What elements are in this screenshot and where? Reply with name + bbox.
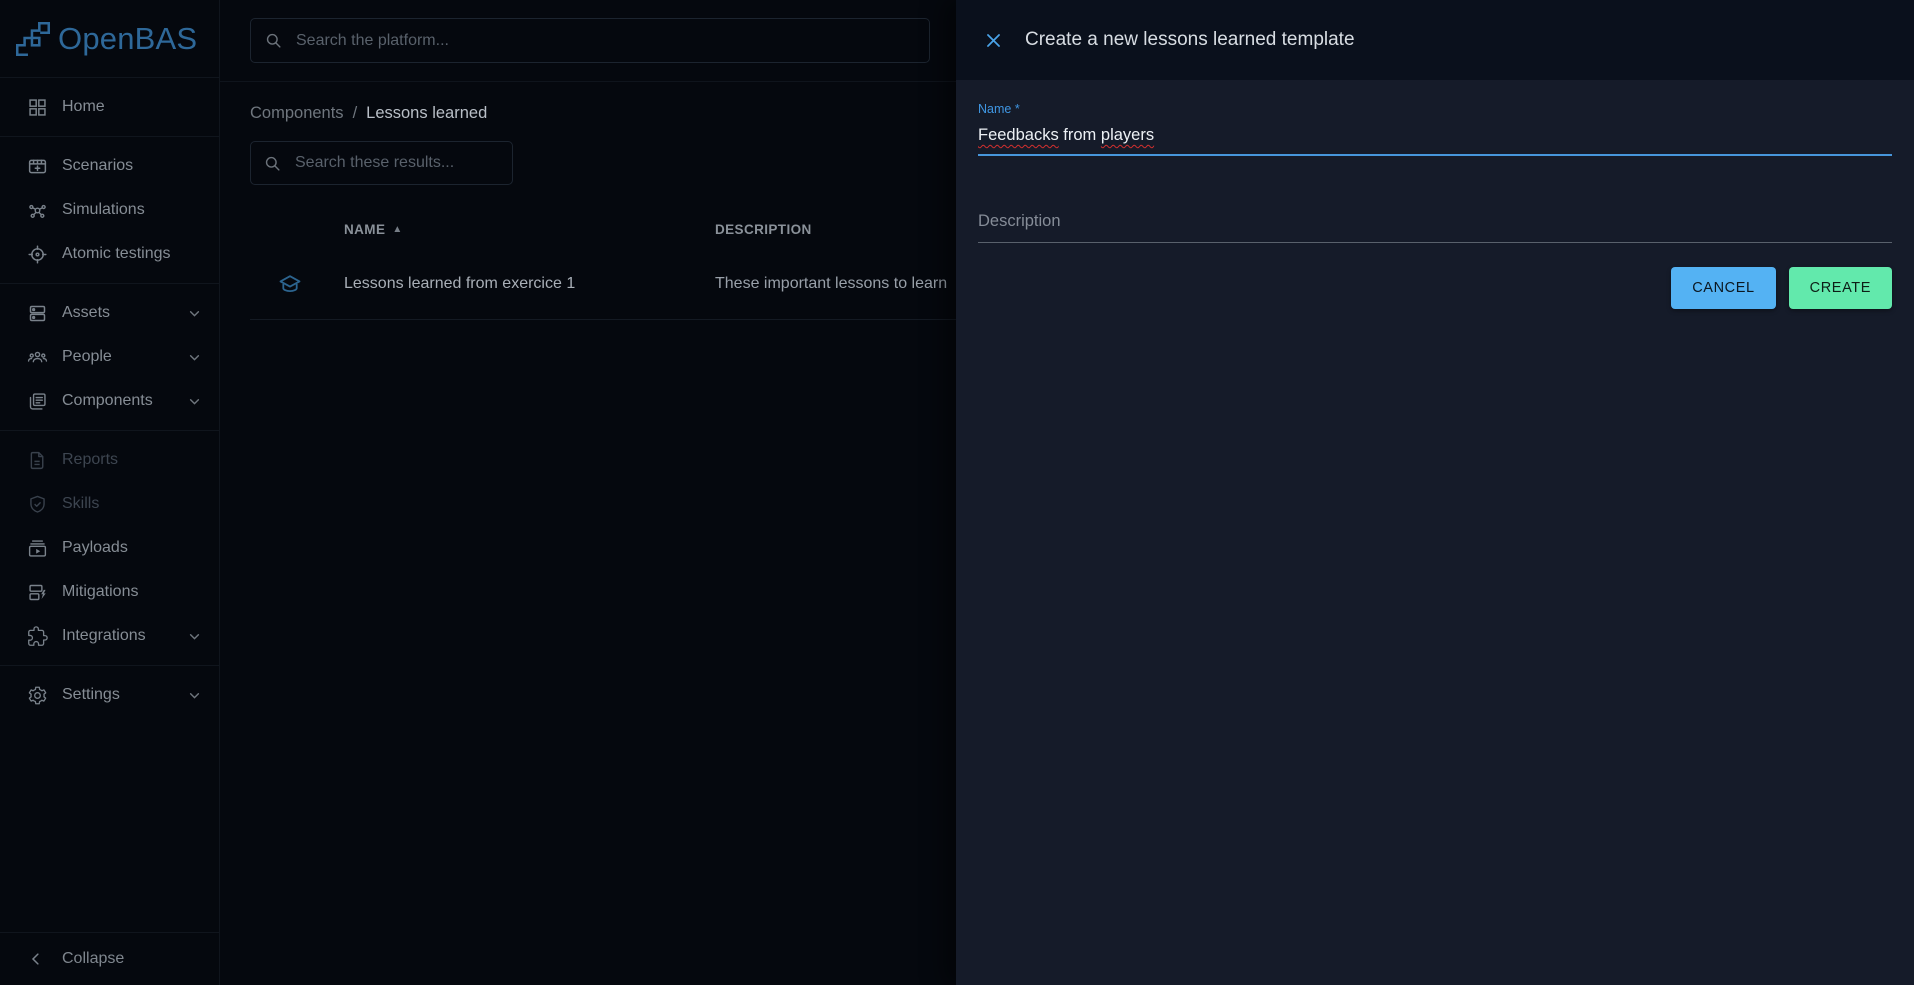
nav-group-settings: Settings (0, 666, 219, 724)
target-icon (27, 244, 48, 265)
sidebar-item-payloads[interactable]: Payloads (0, 526, 219, 570)
nav-group-resources: Reports Skills Payloads Mitigations (0, 431, 219, 665)
server-bolt-icon (27, 582, 48, 603)
sidebar-item-people[interactable]: People (0, 335, 219, 379)
chevron-left-icon (27, 950, 45, 968)
collapse-sidebar-button[interactable]: Collapse (0, 933, 219, 985)
sidebar-item-label: Settings (62, 686, 186, 704)
openbas-logo[interactable]: OpenBAS (0, 0, 219, 77)
header-name[interactable]: NAME ▲ (344, 222, 715, 237)
name-field-label: Name * (978, 102, 1892, 116)
description-placeholder: Description (978, 212, 1061, 230)
servers-icon (27, 303, 48, 324)
header-name-label: NAME (344, 222, 385, 237)
sidebar-item-settings[interactable]: Settings (0, 673, 219, 717)
close-drawer-button[interactable] (974, 21, 1012, 59)
sidebar-item-label: Components (62, 392, 186, 410)
hub-icon (27, 200, 48, 221)
row-icon-cell (250, 272, 344, 296)
search-icon (264, 31, 283, 50)
puzzle-icon (27, 626, 48, 647)
name-input[interactable]: Feedbacks from players (978, 126, 1892, 156)
chevron-down-icon[interactable] (186, 349, 203, 366)
name-value-part: players (1101, 126, 1154, 144)
sidebar-item-label: Home (62, 98, 203, 116)
create-template-drawer: Create a new lessons learned template Na… (956, 0, 1914, 985)
drawer-title: Create a new lessons learned template (1025, 29, 1355, 51)
description-input[interactable]: Description (978, 212, 1892, 243)
sidebar-item-reports: Reports (0, 438, 219, 482)
sidebar-item-components[interactable]: Components (0, 379, 219, 423)
breadcrumb-parent[interactable]: Components (250, 104, 344, 123)
dashboard-icon (27, 97, 48, 118)
breadcrumb-separator: / (353, 104, 358, 123)
sidebar-item-scenarios[interactable]: Scenarios (0, 144, 219, 188)
platform-search[interactable] (250, 18, 930, 63)
sidebar-footer: Collapse (0, 932, 219, 985)
sidebar-item-skills: Skills (0, 482, 219, 526)
sidebar-item-simulations[interactable]: Simulations (0, 188, 219, 232)
sidebar-item-label: Simulations (62, 201, 203, 219)
sidebar-item-label: Atomic testings (62, 245, 203, 263)
school-icon (278, 272, 302, 296)
brand-name: OpenBAS (58, 21, 197, 57)
sidebar-item-label: Reports (62, 451, 203, 469)
drawer-actions: CANCEL CREATE (978, 267, 1892, 309)
library-icon (27, 391, 48, 412)
document-icon (27, 450, 48, 471)
nav-group-operations: Scenarios Simulations Atomic testings (0, 137, 219, 283)
name-field: Name * Feedbacks from players (978, 102, 1892, 156)
sidebar: OpenBAS Home Scenarios Simulatio (0, 0, 220, 985)
openbas-maze-icon (12, 18, 54, 60)
header-description-label: DESCRIPTION (715, 222, 812, 237)
chevron-down-icon[interactable] (186, 305, 203, 322)
results-search-input[interactable] (293, 153, 500, 173)
results-search[interactable] (250, 141, 513, 185)
sidebar-item-label: Mitigations (62, 583, 203, 601)
chevron-down-icon[interactable] (186, 628, 203, 645)
sidebar-item-atomic-testings[interactable]: Atomic testings (0, 232, 219, 276)
sort-asc-icon: ▲ (392, 224, 402, 235)
create-button[interactable]: CREATE (1789, 267, 1892, 309)
name-value-part: Feedbacks (978, 126, 1059, 144)
people-icon (27, 347, 48, 368)
sidebar-item-label: Scenarios (62, 157, 203, 175)
sidebar-item-label: Payloads (62, 539, 203, 557)
cancel-button[interactable]: CANCEL (1671, 267, 1775, 309)
shield-check-icon (27, 494, 48, 515)
sidebar-item-label: Integrations (62, 627, 186, 645)
collapse-label: Collapse (62, 950, 203, 968)
sidebar-item-label: People (62, 348, 186, 366)
chevron-down-icon[interactable] (186, 687, 203, 704)
close-icon (984, 31, 1003, 50)
breadcrumb-current: Lessons learned (366, 104, 487, 123)
sidebar-item-label: Assets (62, 304, 186, 322)
movie-icon (27, 156, 48, 177)
name-value-part: from (1059, 126, 1101, 144)
platform-search-input[interactable] (294, 31, 916, 51)
sidebar-item-label: Skills (62, 495, 203, 513)
sidebar-item-integrations[interactable]: Integrations (0, 614, 219, 658)
sidebar-item-home[interactable]: Home (0, 85, 219, 129)
drawer-body: Name * Feedbacks from players Descriptio… (956, 80, 1914, 309)
nav-group-main: Home (0, 78, 219, 136)
gear-icon (27, 685, 48, 706)
row-name: Lessons learned from exercice 1 (344, 275, 715, 293)
nav-group-entities: Assets People Components (0, 284, 219, 430)
sidebar-item-mitigations[interactable]: Mitigations (0, 570, 219, 614)
subscriptions-icon (27, 538, 48, 559)
sidebar-item-assets[interactable]: Assets (0, 291, 219, 335)
chevron-down-icon[interactable] (186, 393, 203, 410)
search-icon (263, 154, 282, 173)
drawer-header: Create a new lessons learned template (956, 0, 1914, 80)
